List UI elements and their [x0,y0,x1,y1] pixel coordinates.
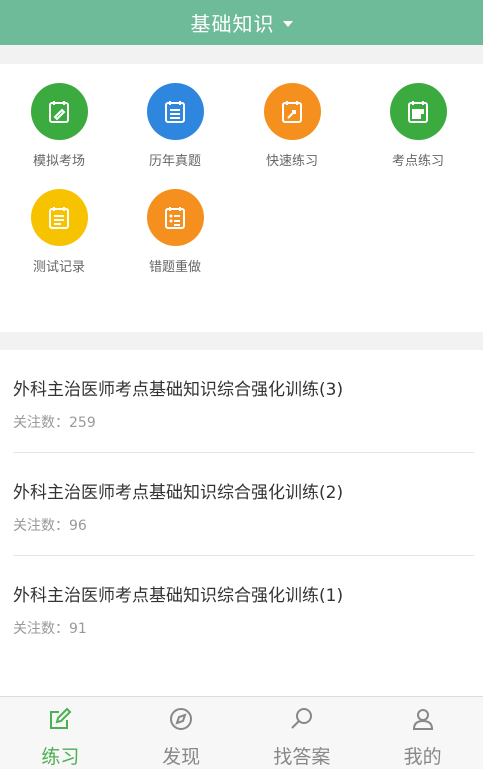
tab-practice[interactable]: 练习 [0,697,121,769]
follow-count-label: 关注数： [13,621,69,637]
tab-discover[interactable]: 发现 [121,697,242,769]
tab-find-answers[interactable]: 找答案 [242,697,363,769]
list-item-title[interactable]: 外科主治医师考点基础知识综合强化训练(1) [13,581,343,606]
follow-count: 96 [69,518,87,534]
list-item-title[interactable]: 外科主治医师考点基础知识综合强化训练(3) [13,375,343,400]
follow-count: 259 [69,415,96,431]
tab-label: 我的 [403,746,442,768]
tab-label: 找答案 [273,746,331,768]
grid-label: 测试记录 [32,260,85,275]
mock-exam-icon [30,83,88,140]
tab-mine[interactable]: 我的 [362,697,483,769]
edit-icon [50,707,72,729]
list-item[interactable]: 外科主治医师考点基础知识综合强化训练(1) 关注数：91 [13,556,474,659]
quick-practice-icon [263,83,321,140]
practice-grid: 模拟考场 历年真题 快速练习 考点练习 测试记录 错题重做 [0,64,483,332]
grid-label: 考点练习 [391,154,444,169]
list-item[interactable]: 外科主治医师考点基础知识综合强化训练(3) 关注数：259 [13,350,474,453]
key-points-icon [389,83,447,140]
caret-down-icon[interactable] [282,20,293,27]
follow-count-label: 关注数： [13,415,69,431]
follow-count-label: 关注数： [13,518,69,534]
grid-item-redo-mistakes[interactable]: 错题重做 [120,189,230,275]
top-bar[interactable]: 基础知识 [0,0,483,45]
tab-label: 练习 [41,746,80,768]
list-item-meta: 关注数：259 [13,412,96,432]
grid-label: 历年真题 [148,154,201,169]
grid-item-mock-exam[interactable]: 模拟考场 [4,83,114,169]
grid-label: 模拟考场 [32,154,85,169]
bottom-tab-bar: 练习 发现 找答案 我的 [0,696,483,769]
past-papers-icon [146,83,204,140]
compass-icon [170,708,193,730]
follow-count: 91 [69,621,87,637]
grid-item-key-points[interactable]: 考点练习 [363,83,473,169]
grid-item-past-papers[interactable]: 历年真题 [120,83,230,169]
user-icon [412,709,433,730]
grid-label: 错题重做 [148,260,201,275]
exercise-list: 外科主治医师考点基础知识综合强化训练(3) 关注数：259 外科主治医师考点基础… [0,350,483,696]
page-title[interactable]: 基础知识 [191,8,275,37]
test-records-icon [30,189,88,246]
tab-label: 发现 [162,746,201,768]
grid-item-quick-practice[interactable]: 快速练习 [237,83,347,169]
grid-item-test-records[interactable]: 测试记录 [4,189,114,275]
redo-mistakes-icon [146,189,204,246]
list-item-meta: 关注数：91 [13,618,87,638]
grid-label: 快速练习 [265,154,318,169]
list-item-title[interactable]: 外科主治医师考点基础知识综合强化训练(2) [13,478,343,503]
list-item-meta: 关注数：96 [13,515,87,535]
list-item[interactable]: 外科主治医师考点基础知识综合强化训练(2) 关注数：96 [13,453,474,556]
search-icon [291,708,312,729]
